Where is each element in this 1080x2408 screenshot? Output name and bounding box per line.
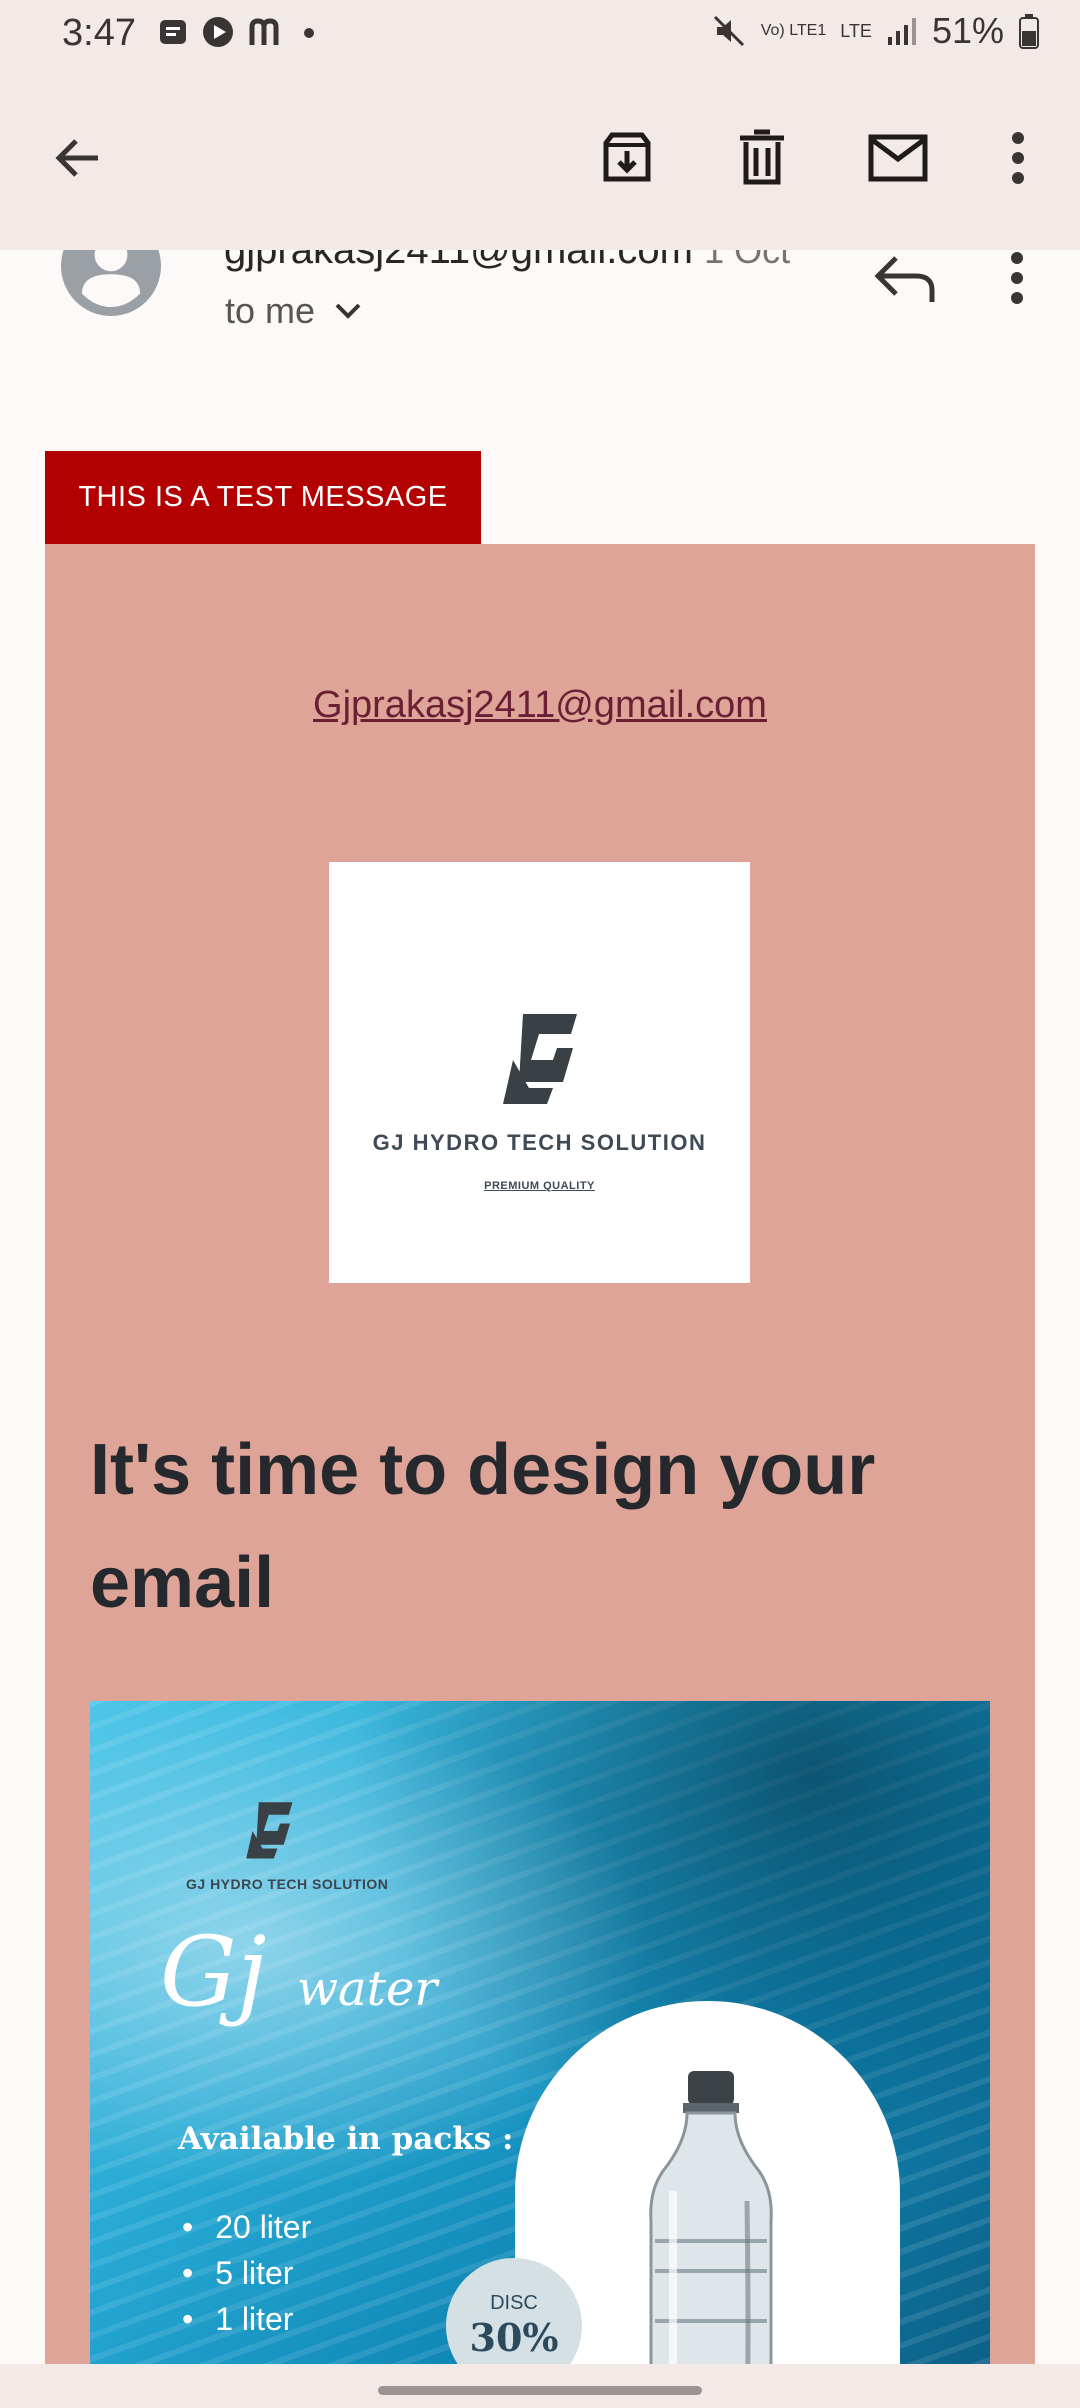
m-app-icon	[249, 18, 279, 45]
discount-label: DISC	[490, 2292, 538, 2314]
mark-unread-button[interactable]	[863, 118, 933, 198]
email-header: gjprakasj2411@gmail.com 1 Oct to me	[0, 250, 1080, 420]
reply-icon[interactable]	[868, 250, 938, 310]
discount-value: 30%	[469, 2315, 559, 2360]
signal-icon	[887, 18, 916, 45]
battery-icon	[1019, 14, 1039, 49]
avatar[interactable]	[44, 250, 178, 316]
list-item: 1 liter	[182, 2296, 311, 2342]
promo-poster: GJ HYDRO TECH SOLUTION Gj water Availabl…	[90, 1701, 990, 2401]
poster-title: Gj water	[160, 1916, 438, 2028]
navigation-bar	[0, 2364, 1080, 2408]
dot-icon	[304, 28, 314, 38]
more-vert-icon	[1012, 132, 1024, 184]
delete-icon	[740, 129, 784, 185]
water-bottle-image	[649, 2071, 773, 2401]
status-right: Vo) LTE1 LTE 51%	[711, 10, 1040, 52]
message-icon	[160, 20, 186, 44]
home-handle[interactable]	[378, 2386, 702, 2395]
mute-icon	[713, 15, 744, 47]
poster-brand: GJ HYDRO TECH SOLUTION	[186, 1876, 389, 1892]
pack-list: 20 liter 5 liter 1 liter	[182, 2204, 311, 2342]
play-icon	[203, 17, 233, 47]
more-options-button[interactable]	[983, 118, 1053, 198]
sender-name[interactable]: gjprakasj2411@gmail.com 1 Oct	[224, 250, 790, 273]
email-more-icon[interactable]	[995, 250, 1040, 310]
logo-image: GJ HYDRO TECH SOLUTION PREMIUM QUALITY	[329, 862, 750, 1283]
poster-logo-icon	[246, 1802, 293, 1859]
status-time: 3:47	[62, 12, 136, 54]
battery-percent: 51%	[931, 10, 1004, 51]
notification-icons	[158, 16, 316, 48]
back-button[interactable]	[42, 118, 112, 198]
list-item: 20 liter	[182, 2204, 311, 2250]
network-label: Vo) LTE1	[760, 22, 827, 39]
list-item: 5 liter	[182, 2250, 311, 2296]
test-message-banner: THIS IS A TEST MESSAGE	[45, 451, 481, 544]
logo-subtitle: PREMIUM QUALITY	[484, 1180, 595, 1192]
lte-label: LTE	[840, 20, 872, 41]
available-label: Available in packs :	[178, 2121, 514, 2157]
archive-button[interactable]	[592, 118, 662, 198]
recipient-label: to me	[225, 290, 316, 331]
email-date: 1 Oct	[704, 250, 791, 271]
recipient-toggle[interactable]: to me	[225, 290, 363, 332]
delete-button[interactable]	[727, 118, 797, 198]
email-link[interactable]: Gjprakasj2411@gmail.com	[45, 684, 1035, 727]
mark-unread-icon	[868, 134, 928, 182]
status-bar: 3:47 Vo) LTE1 LTE 51%	[0, 0, 1080, 70]
headline: It's time to design your email	[90, 1430, 876, 1623]
gj-logo-icon	[503, 1014, 577, 1104]
archive-icon	[603, 132, 651, 182]
email-body: Gjprakasj2411@gmail.com GJ HYDRO TECH SO…	[45, 544, 1035, 2401]
logo-title: GJ HYDRO TECH SOLUTION	[372, 1130, 707, 1155]
chevron-down-icon	[335, 303, 361, 319]
back-arrow-icon	[55, 139, 98, 177]
